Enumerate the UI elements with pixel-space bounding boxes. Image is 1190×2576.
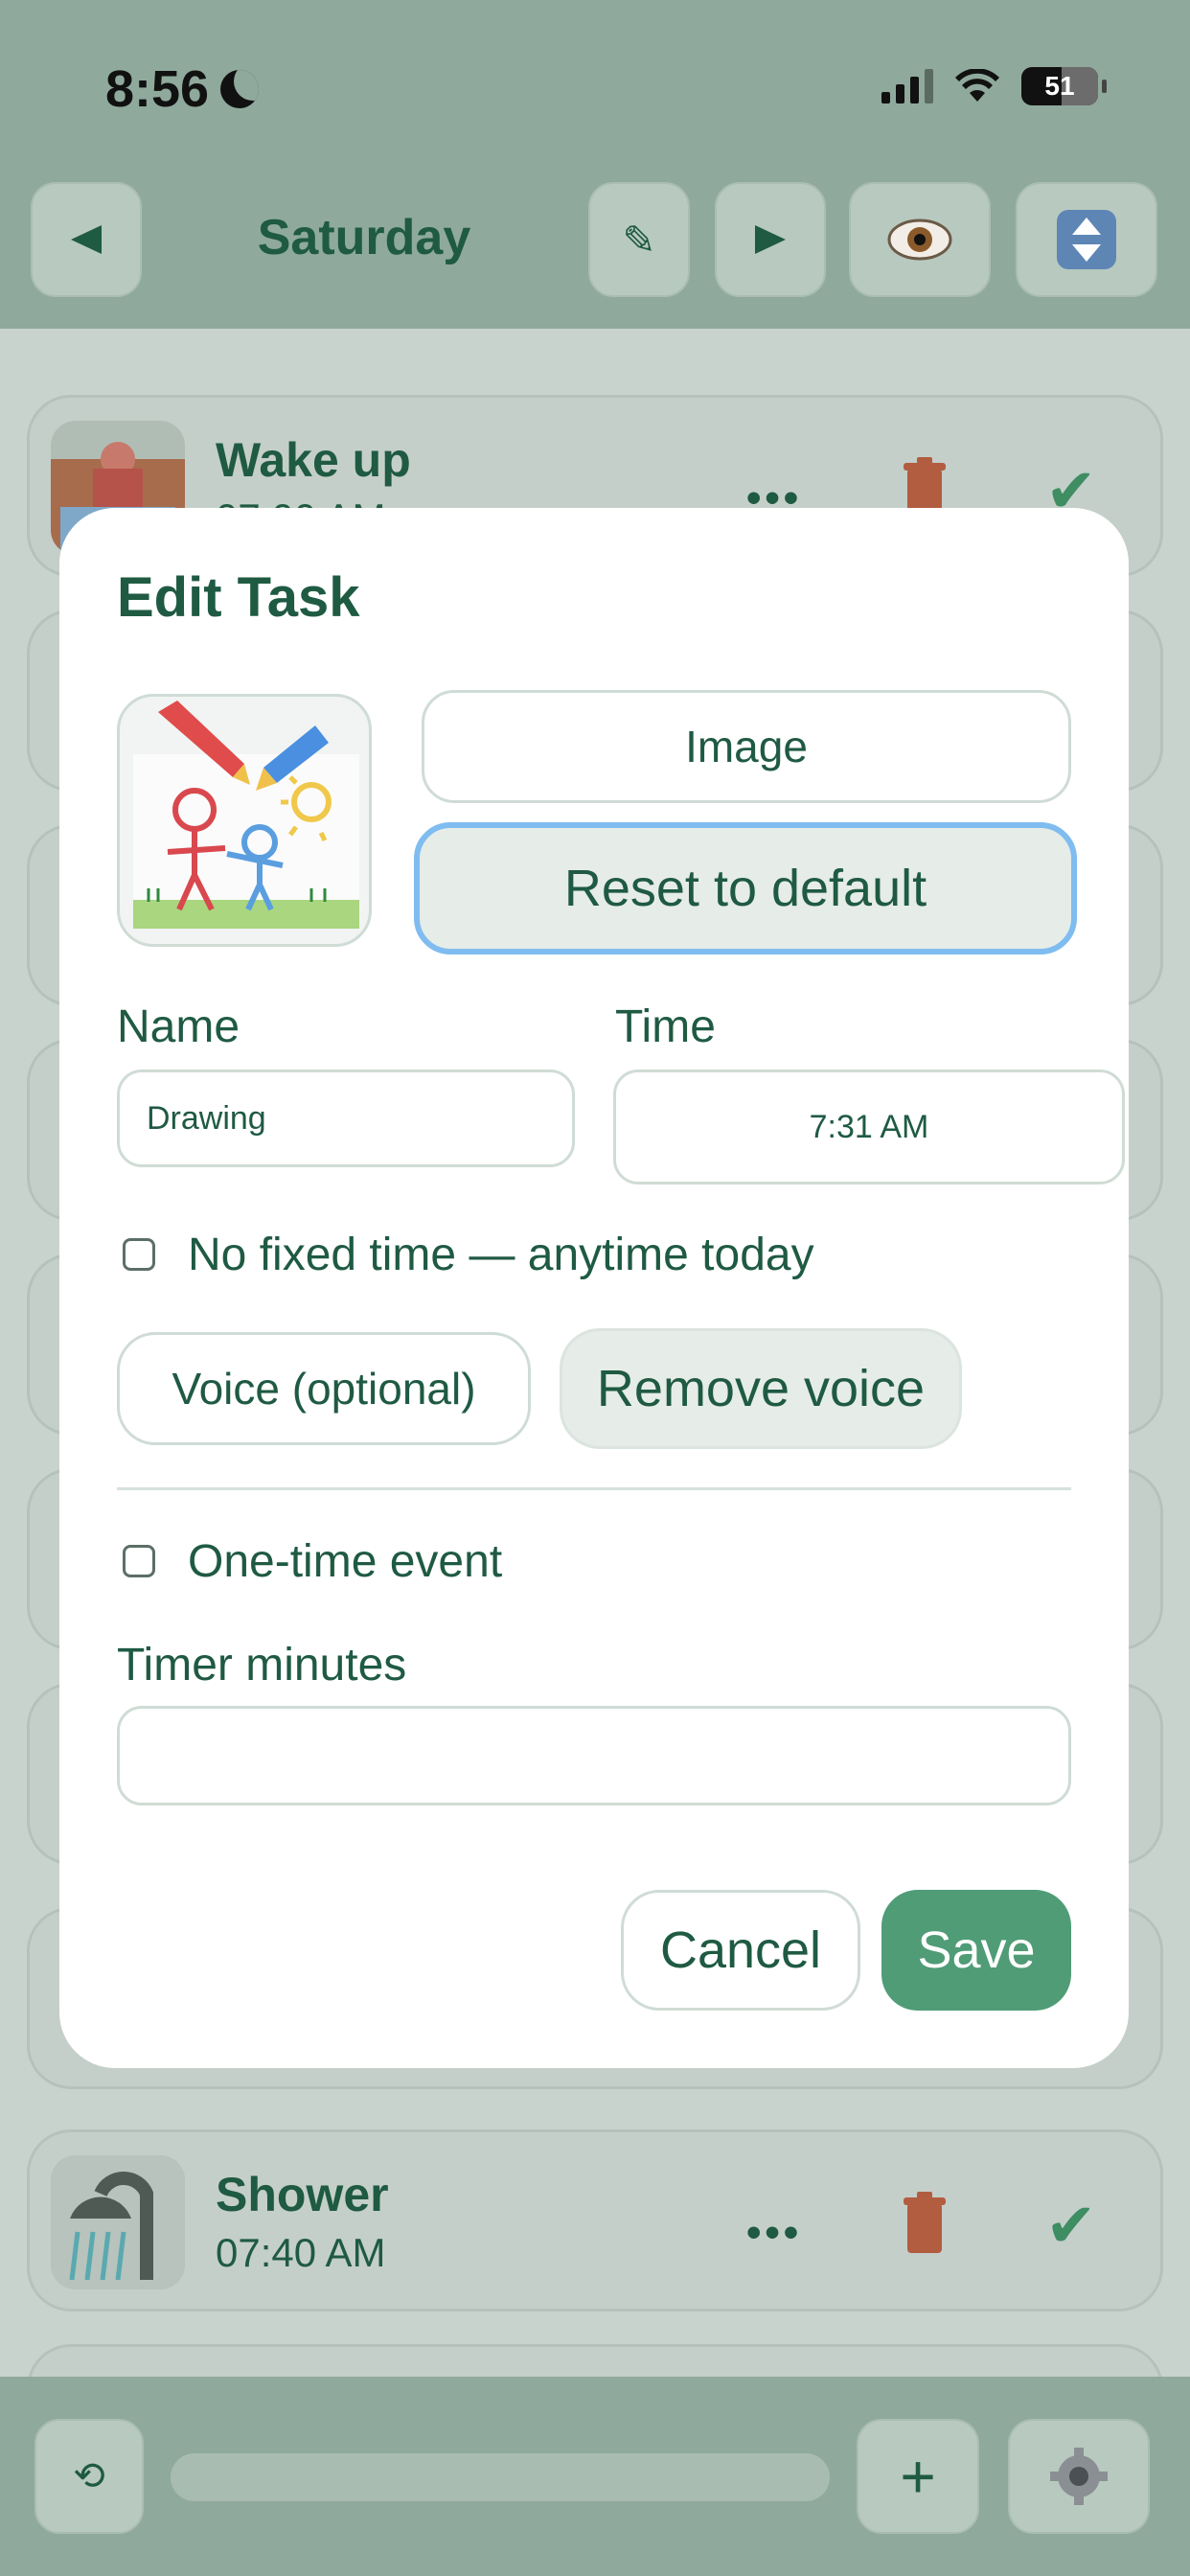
cancel-button[interactable]: Cancel [621, 1890, 860, 2011]
wifi-icon [954, 68, 1000, 104]
more-icon[interactable]: ••• [746, 2209, 802, 2257]
trash-icon[interactable] [904, 2192, 946, 2255]
choose-image-button[interactable]: Image [422, 690, 1071, 803]
task-card-shower[interactable]: Shower 07:40 AM ••• ✔ [27, 2129, 1163, 2312]
day-title: Saturday [257, 210, 471, 265]
divider [117, 1487, 1071, 1490]
rotate-icon: ⟲ [73, 2455, 105, 2497]
check-icon[interactable]: ✔ [1045, 2190, 1097, 2262]
save-button[interactable]: Save [881, 1890, 1071, 2011]
task-name: Wake up [216, 433, 411, 487]
remove-voice-button[interactable]: Remove voice [560, 1328, 962, 1449]
prev-day-button[interactable] [31, 182, 142, 297]
status-time-text: 8:56 [105, 60, 210, 118]
cancel-label: Cancel [659, 1921, 822, 1979]
moon-icon [220, 70, 260, 108]
task-name: Shower [216, 2168, 389, 2221]
task-thumbnail [51, 2155, 185, 2289]
time-picker-value: 7:31 AM [809, 1108, 929, 1145]
undo-button[interactable]: ⟲ [34, 2419, 144, 2534]
name-field[interactable]: Drawing [117, 1070, 575, 1167]
signal-icon [881, 69, 933, 104]
timer-minutes-input[interactable] [117, 1706, 1071, 1806]
save-label: Save [917, 1921, 1036, 1979]
reset-to-default-label: Reset to default [563, 860, 927, 917]
add-task-button[interactable]: + [857, 2419, 979, 2534]
name-label: Name [117, 1001, 240, 1052]
record-voice-button[interactable]: Voice (optional) [117, 1332, 531, 1445]
settings-button[interactable] [1008, 2419, 1150, 2534]
up-down-arrow-icon [1057, 210, 1116, 269]
record-voice-label: Voice (optional) [172, 1364, 476, 1414]
progress-track[interactable] [171, 2453, 830, 2501]
reorder-button[interactable] [1016, 182, 1157, 297]
one-time-event-checkbox[interactable] [123, 1545, 155, 1577]
dialog-title: Edit Task [117, 566, 360, 629]
time-label: Time [615, 1001, 716, 1052]
one-time-event-label: One-time event [188, 1536, 503, 1587]
battery-icon: 51 [1021, 67, 1107, 105]
shower-icon [51, 2155, 185, 2289]
next-day-button[interactable] [715, 182, 826, 297]
task-time: 07:40 AM [216, 2230, 386, 2275]
eye-icon [887, 218, 952, 261]
task-image-preview [117, 694, 372, 947]
triangle-right-icon [755, 225, 786, 254]
plus-icon: + [900, 2442, 936, 2511]
edit-task-dialog: Edit Task Image Reset to default Name Ti… [59, 508, 1129, 2068]
time-picker[interactable]: 7:31 AM [613, 1070, 1125, 1184]
view-mode-button[interactable] [849, 182, 991, 297]
no-fixed-time-label: No fixed time — anytime today [188, 1230, 814, 1280]
choose-image-label: Image [685, 722, 808, 771]
timer-minutes-label: Timer minutes [117, 1640, 407, 1690]
status-time: 8:56 [105, 59, 260, 119]
remove-voice-label: Remove voice [596, 1360, 926, 1417]
name-field-value: Drawing [147, 1099, 266, 1137]
edit-day-button[interactable]: ✎ [588, 182, 690, 297]
no-fixed-time-checkbox[interactable] [123, 1238, 155, 1271]
pencil-icon: ✎ [622, 217, 656, 263]
gear-icon [1050, 2448, 1108, 2505]
battery-level: 51 [1044, 71, 1075, 101]
drawing-icon [133, 701, 359, 929]
status-indicators: 51 [881, 67, 1107, 105]
triangle-left-icon [71, 225, 102, 254]
reset-to-default-button[interactable]: Reset to default [414, 822, 1077, 954]
